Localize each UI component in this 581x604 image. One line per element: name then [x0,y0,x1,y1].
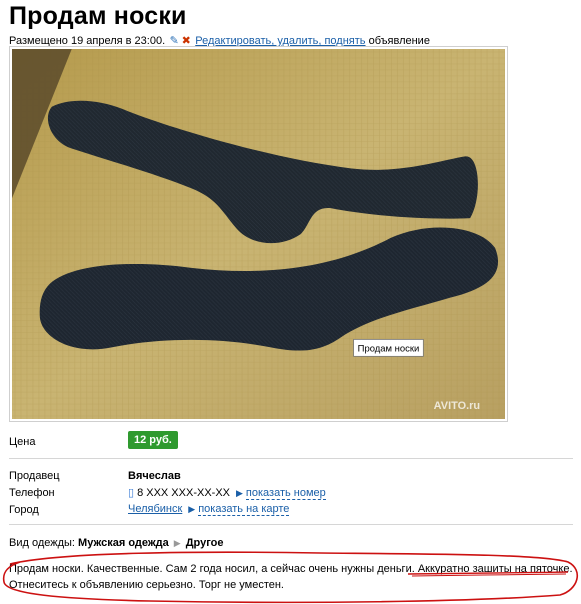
arrow-icon: ▶ [188,504,196,514]
description-line2: Отнеситесь к объявлению серьезно. Торг н… [9,579,284,591]
phone-number: 8 XXX XXX-XX-XX [137,487,230,499]
ad-title: Продам носки [9,2,187,30]
arrow-icon: ▶ [236,488,243,498]
category-row: Вид одежды: Мужская одежда ▶ Другое [9,537,224,549]
description-highlight: Аккуратно зашиты на пяточке. [417,563,573,575]
photo-tooltip: Продам носки [358,343,420,354]
phone-icon: ▯ [128,487,135,499]
city-value-row: Челябинск ▶ показать на карте [128,503,290,516]
category-value[interactable]: Мужская одежда [78,537,169,549]
price-badge: 12 руб. [128,431,178,449]
photo-frame[interactable]: Продам носки AVITO.ru [9,46,508,422]
category-sub[interactable]: Другое [186,537,224,549]
description-text: Продам носки. Качественные. Сам 2 года н… [9,563,418,575]
city-label: Город [9,504,39,516]
ad-photo[interactable]: Продам носки AVITO.ru [12,49,505,419]
divider-1 [9,458,573,459]
seller-label: Продавец [9,470,60,482]
ad-description: Продам носки. Качественные. Сам 2 года н… [9,561,575,593]
show-map-link[interactable]: показать на карте [198,503,290,516]
avito-watermark: AVITO.ru [434,400,480,412]
phone-value-row: ▯ 8 XXX XXX-XX-XX ▶ показать номер [128,486,326,500]
price-label: Цена [9,436,36,448]
city-link[interactable]: Челябинск [128,503,182,515]
divider-2 [9,524,573,525]
category-label: Вид одежды: [9,537,75,549]
show-phone-link[interactable]: показать номер [245,487,326,500]
phone-label: Телефон [9,487,55,499]
seller-name: Вячеслав [128,470,181,482]
chevron-right-icon: ▶ [173,538,181,548]
